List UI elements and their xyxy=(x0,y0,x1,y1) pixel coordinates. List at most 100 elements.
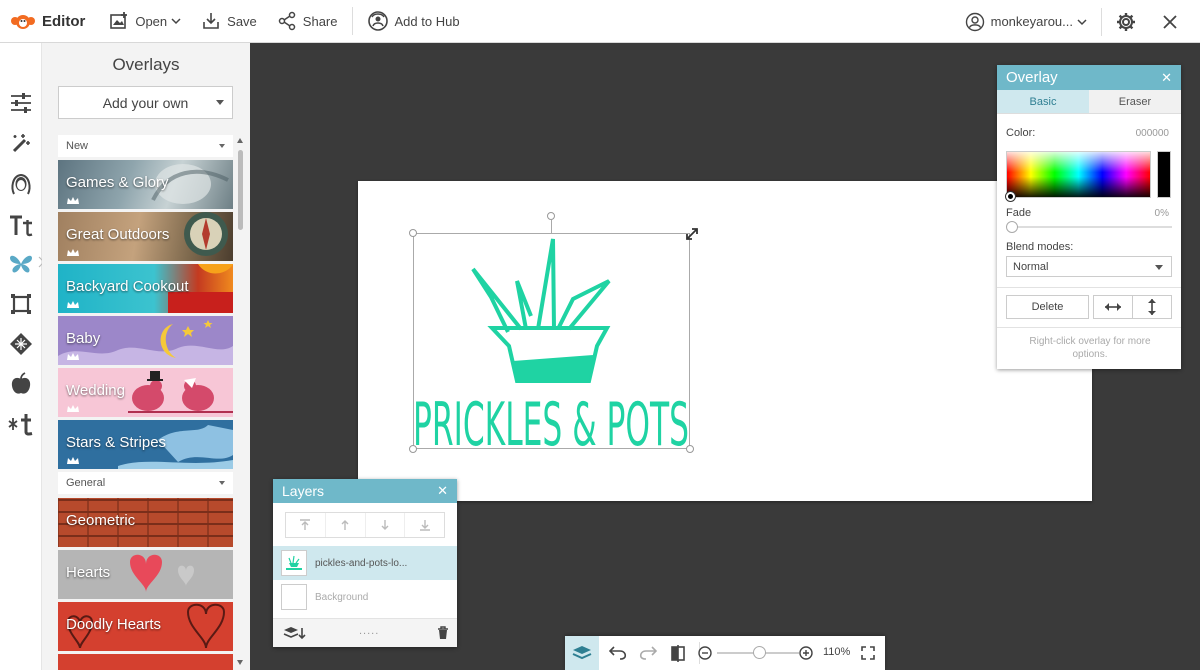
redo-button[interactable] xyxy=(633,636,663,670)
frame-icon[interactable] xyxy=(8,291,34,317)
selection-box[interactable] xyxy=(413,233,690,449)
app-logo[interactable]: Editor xyxy=(0,0,99,43)
tab-eraser[interactable]: Eraser xyxy=(1089,90,1181,113)
scroll-thumb[interactable] xyxy=(238,150,243,230)
scroll-down-icon[interactable] xyxy=(237,660,243,665)
user-menu[interactable]: monkeyarou... xyxy=(955,0,1097,43)
undo-button[interactable] xyxy=(603,636,633,670)
crown-icon xyxy=(67,457,79,464)
panel-header[interactable]: Layers ✕ xyxy=(273,479,457,503)
move-up-button[interactable] xyxy=(326,513,366,537)
face-icon[interactable] xyxy=(8,171,34,197)
section-header-new[interactable]: New xyxy=(58,135,233,157)
drag-handle[interactable]: ..... xyxy=(359,625,379,637)
add-your-own-label: Add your own xyxy=(102,94,189,111)
flip-horizontal-button[interactable] xyxy=(1093,295,1133,319)
sliders-icon[interactable] xyxy=(8,90,34,116)
delete-button[interactable]: Delete xyxy=(1006,295,1089,319)
resize-handle[interactable] xyxy=(686,445,694,453)
zoom-slider-knob[interactable] xyxy=(753,646,766,659)
top-toolbar: Editor Open Save Share Add to Hub monkey… xyxy=(0,0,1200,43)
color-picker-marker[interactable] xyxy=(1006,192,1015,201)
open-button[interactable]: Open xyxy=(99,0,191,43)
rotate-handle[interactable] xyxy=(547,212,555,220)
overlay-tile-stars-stripes[interactable]: Stars & Stripes xyxy=(58,420,233,469)
section-header-general[interactable]: General xyxy=(58,472,233,494)
color-label: Color: xyxy=(1006,127,1036,139)
texture-icon[interactable] xyxy=(8,331,34,357)
share-button[interactable]: Share xyxy=(267,0,348,43)
tile-label: Games & Glory xyxy=(66,174,169,191)
move-to-bottom-icon xyxy=(419,520,430,531)
caret-down-icon xyxy=(219,144,225,148)
move-to-top-button[interactable] xyxy=(286,513,326,537)
tile-label: Stars & Stripes xyxy=(66,434,167,451)
panel-header[interactable]: Overlay ✕ xyxy=(997,65,1181,90)
layers-footer: ..... xyxy=(273,618,457,647)
tool-rail xyxy=(0,43,42,670)
zoom-in-icon[interactable] xyxy=(799,646,813,660)
fullscreen-icon[interactable] xyxy=(861,646,875,660)
layer-row-background[interactable]: Background xyxy=(273,580,457,614)
flip-horizontal-icon xyxy=(1105,303,1121,311)
magic-wand-icon[interactable] xyxy=(8,131,34,157)
save-button[interactable]: Save xyxy=(191,0,267,43)
overlay-tile-partial[interactable] xyxy=(58,654,233,670)
layer-name: Background xyxy=(315,591,369,603)
tab-bar: Basic Eraser xyxy=(997,90,1181,114)
layers-toggle-button[interactable] xyxy=(565,636,599,670)
add-to-hub-button[interactable]: Add to Hub xyxy=(357,0,470,43)
color-swatch[interactable] xyxy=(1157,151,1171,198)
move-down-button[interactable] xyxy=(366,513,406,537)
toolbar-divider xyxy=(351,7,353,35)
zoom-out-icon[interactable] xyxy=(698,646,712,660)
monkey-logo-icon xyxy=(11,15,35,29)
overlay-tile-backyard-cookout[interactable]: Backyard Cookout xyxy=(58,264,233,313)
open-label: Open xyxy=(135,13,168,29)
butterfly-icon[interactable] xyxy=(8,251,34,277)
add-your-own-button[interactable]: Add your own xyxy=(58,86,233,119)
close-icon[interactable]: ✕ xyxy=(437,483,448,499)
overlay-tile-hearts[interactable]: Hearts xyxy=(58,550,233,599)
overlay-settings-panel: Overlay ✕ Basic Eraser Color: 000000 Fad… xyxy=(997,65,1181,369)
app-name: Editor xyxy=(42,12,86,30)
close-button[interactable] xyxy=(1152,0,1200,43)
color-spectrum[interactable] xyxy=(1006,151,1151,198)
section-label: New xyxy=(66,140,89,152)
crown-icon xyxy=(67,405,79,412)
resize-handle[interactable] xyxy=(409,229,417,237)
layers-merge-icon[interactable] xyxy=(283,626,307,640)
tab-basic[interactable]: Basic xyxy=(997,90,1089,113)
layer-row-logo[interactable]: pickles-and-pots-lo... xyxy=(273,546,457,580)
layer-thumbnail xyxy=(281,584,307,610)
crown-icon xyxy=(67,249,79,256)
flip-vertical-button[interactable] xyxy=(1132,295,1172,319)
trash-icon[interactable] xyxy=(437,626,449,640)
overlay-tile-great-outdoors[interactable]: Great Outdoors xyxy=(58,212,233,261)
resize-diagonal-icon[interactable] xyxy=(684,226,700,242)
user-icon xyxy=(965,12,984,31)
fade-slider-knob[interactable] xyxy=(1006,221,1018,233)
user-name: monkeyarou... xyxy=(990,14,1073,29)
overlay-tile-wedding[interactable]: Wedding xyxy=(58,368,233,417)
overlay-tile-games-glory[interactable]: Games & Glory xyxy=(58,160,233,209)
settings-button[interactable] xyxy=(1106,0,1152,43)
move-to-bottom-button[interactable] xyxy=(405,513,444,537)
apple-icon[interactable] xyxy=(8,371,34,397)
rotate-handle-line xyxy=(551,220,552,233)
overlay-tile-baby[interactable]: Baby xyxy=(58,316,233,365)
fade-value: 0% xyxy=(1154,208,1169,219)
divider xyxy=(997,287,1181,288)
blend-mode-select[interactable]: Normal xyxy=(1006,256,1172,277)
overlay-tile-doodly-hearts[interactable]: Doodly Hearts xyxy=(58,602,233,651)
tile-label: Doodly Hearts xyxy=(66,616,162,633)
text-icon[interactable] xyxy=(8,213,34,239)
close-icon[interactable]: ✕ xyxy=(1161,70,1172,86)
seasonal-icon[interactable] xyxy=(8,411,34,437)
scroll-up-icon[interactable] xyxy=(237,138,243,143)
overlay-tile-geometric[interactable]: Geometric xyxy=(58,498,233,547)
resize-handle[interactable] xyxy=(409,445,417,453)
compare-button[interactable] xyxy=(663,636,693,670)
fade-slider-track[interactable] xyxy=(1012,226,1172,228)
overlays-panel: Overlays Add your own New Games & Glory … xyxy=(42,43,250,670)
